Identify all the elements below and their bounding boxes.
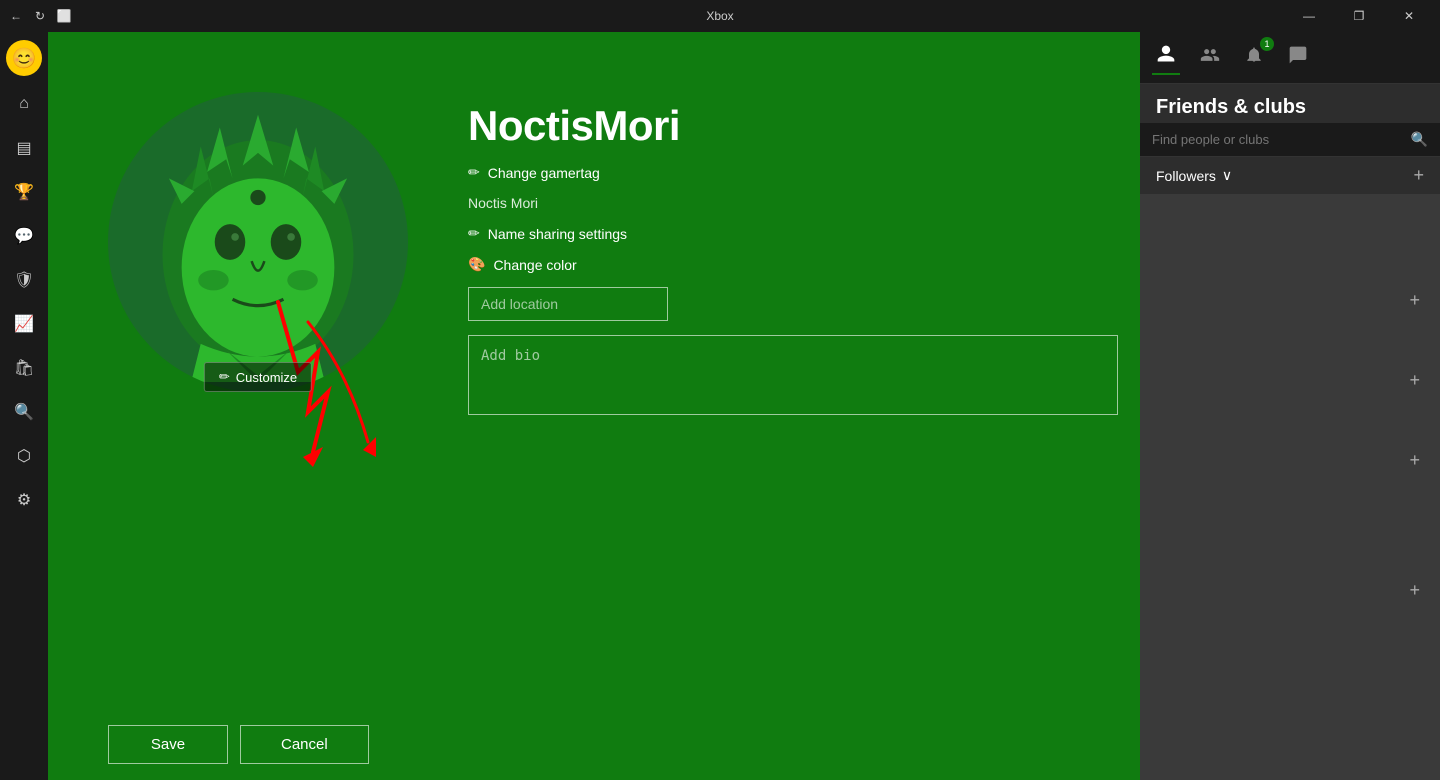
right-panel-title: Friends & clubs	[1140, 84, 1440, 123]
right-panel-tabs: 1	[1140, 32, 1440, 84]
pencil-icon-name: ✏	[468, 225, 480, 242]
sidebar-item-store[interactable]: 🛍	[4, 348, 44, 388]
sidebar-item-search[interactable]: 🔍	[4, 392, 44, 432]
cancel-button[interactable]: Cancel	[240, 725, 369, 764]
followers-label: Followers	[1156, 168, 1216, 184]
followers-list: + + + +	[1140, 194, 1440, 780]
bottom-bar: Save Cancel	[48, 709, 1140, 780]
avatar-mask-svg	[128, 102, 388, 382]
pencil-icon-gamertag: ✏	[468, 164, 480, 181]
add-row-4[interactable]: +	[1397, 574, 1432, 607]
add-follower-icon[interactable]: +	[1413, 165, 1424, 186]
sidebar: 😊 ⌂ ▤ 🏆 💬 🛡 📈 🛍 🔍 ⬡ ⚙	[0, 32, 48, 780]
avatar-container: ✏ Customize	[108, 92, 408, 452]
app-body: 😊 ⌂ ▤ 🏆 💬 🛡 📈 🛍 🔍 ⬡ ⚙	[0, 32, 1440, 780]
tab-people[interactable]	[1152, 40, 1180, 75]
titlebar-controls: — ❐ ✕	[1286, 0, 1432, 32]
real-name: Noctis Mori	[468, 195, 1118, 211]
sidebar-item-trending[interactable]: 📈	[4, 304, 44, 344]
customize-button[interactable]: ✏ Customize	[204, 362, 312, 392]
chevron-down-icon: ∨	[1222, 167, 1232, 184]
sidebar-item-shield[interactable]: 🛡	[4, 260, 44, 300]
color-icon: 🎨	[468, 256, 485, 273]
name-sharing-link[interactable]: ✏ Name sharing settings	[468, 225, 1118, 242]
followers-header[interactable]: Followers ∨ +	[1140, 157, 1440, 194]
notification-badge: 1	[1260, 37, 1274, 51]
search-icon: 🔍	[1411, 131, 1428, 148]
add-row-1[interactable]: +	[1397, 284, 1432, 317]
sidebar-item-share[interactable]: ⬡	[4, 436, 44, 476]
close-button[interactable]: ✕	[1386, 0, 1432, 32]
refresh-button[interactable]: ↻	[32, 8, 48, 24]
gamertag-title: NoctisMori	[468, 102, 1118, 150]
tab-chat[interactable]	[1284, 41, 1312, 74]
save-button[interactable]: Save	[108, 725, 228, 764]
tab-group[interactable]	[1196, 41, 1224, 74]
add-row-3[interactable]: +	[1397, 444, 1432, 477]
sidebar-avatar[interactable]: 😊	[6, 40, 42, 76]
location-input[interactable]	[468, 287, 668, 321]
main-content: ✏ Customize NoctisMori ✏ Change gamertag…	[48, 32, 1140, 780]
add-row-2[interactable]: +	[1397, 364, 1432, 397]
bio-input[interactable]	[468, 335, 1118, 415]
capture-button[interactable]: ⬜	[56, 8, 72, 24]
change-gamertag-link[interactable]: ✏ Change gamertag	[468, 164, 1118, 181]
sidebar-item-home[interactable]: ⌂	[4, 84, 44, 124]
profile-info: NoctisMori ✏ Change gamertag Noctis Mori…	[468, 92, 1118, 415]
sidebar-item-library[interactable]: ▤	[4, 128, 44, 168]
titlebar-left: ← ↻ ⬜	[8, 8, 72, 24]
right-panel-search-input[interactable]	[1152, 132, 1411, 147]
titlebar: ← ↻ ⬜ Xbox — ❐ ✕	[0, 0, 1440, 32]
avatar-circle	[108, 92, 408, 392]
pencil-icon: ✏	[219, 369, 230, 385]
tab-notifications[interactable]: 1	[1240, 41, 1268, 74]
profile-area: ✏ Customize NoctisMori ✏ Change gamertag…	[48, 32, 1140, 780]
window-title: Xbox	[706, 9, 733, 23]
right-panel: 1 Friends & clubs 🔍 Followers ∨ + + +	[1140, 32, 1440, 780]
back-button[interactable]: ←	[8, 8, 24, 24]
sidebar-item-settings[interactable]: ⚙	[4, 480, 44, 520]
sidebar-item-achievements[interactable]: 🏆	[4, 172, 44, 212]
sidebar-item-messages[interactable]: 💬	[4, 216, 44, 256]
right-panel-search-area: 🔍	[1140, 123, 1440, 157]
change-color-link[interactable]: 🎨 Change color	[468, 256, 1118, 273]
restore-button[interactable]: ❐	[1336, 0, 1382, 32]
minimize-button[interactable]: —	[1286, 0, 1332, 32]
